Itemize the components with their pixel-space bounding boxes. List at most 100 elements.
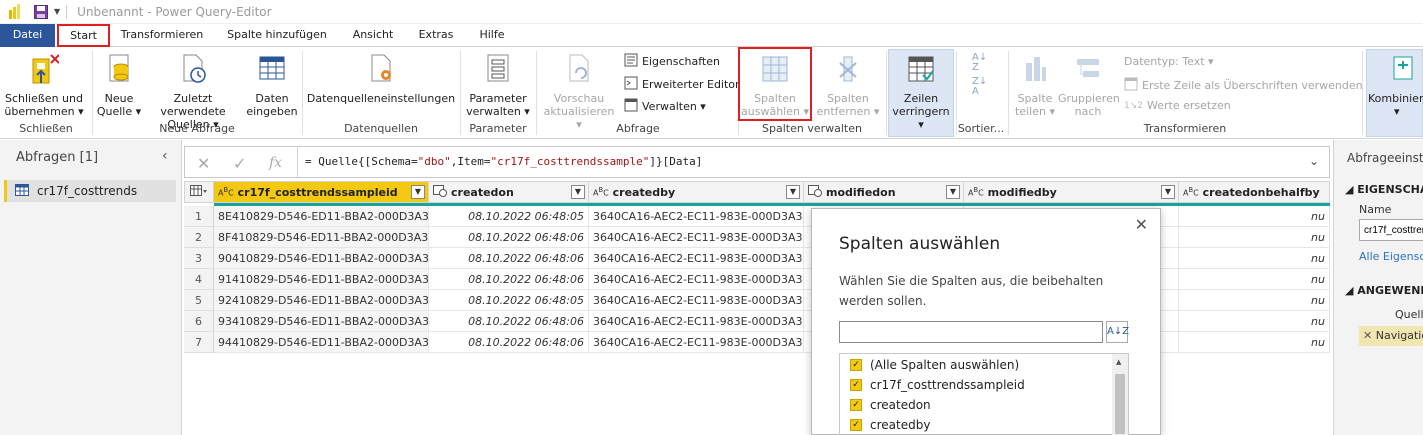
row-number[interactable]: 4 bbox=[184, 269, 214, 290]
checklist-item[interactable]: ✓ cr17f_costtrendssampleid bbox=[850, 376, 1025, 394]
table-cell[interactable]: 3640CA16-AEC2-EC11-983E-000D3A37E... bbox=[589, 248, 804, 269]
table-cell[interactable]: nu bbox=[1179, 227, 1330, 248]
table-cell[interactable]: 08.10.2022 06:48:06 bbox=[429, 332, 589, 353]
row-number[interactable]: 7 bbox=[184, 332, 214, 353]
column-filter-icon[interactable]: ▼ bbox=[946, 185, 960, 199]
table-cell[interactable]: 3640CA16-AEC2-EC11-983E-000D3A37E... bbox=[589, 311, 804, 332]
save-icon[interactable] bbox=[34, 4, 48, 19]
checklist-item[interactable]: ✓ (Alle Spalten auswählen) bbox=[850, 356, 1019, 374]
checkbox-checked[interactable]: ✓ bbox=[850, 419, 862, 431]
new-source-button[interactable]: Neue Quelle ▾ bbox=[96, 53, 142, 118]
column-header[interactable]: ABC createdby ▼ bbox=[589, 181, 804, 203]
datasource-settings-button[interactable]: Datenquelleneinstellungen bbox=[306, 53, 456, 105]
refresh-preview-button[interactable]: Vorschau aktualisieren ▾ bbox=[540, 53, 618, 131]
table-cell[interactable]: 08.10.2022 06:48:05 bbox=[429, 206, 589, 227]
tab-datei[interactable]: Datei bbox=[0, 24, 55, 47]
fx-icon[interactable]: fx bbox=[269, 155, 282, 171]
table-cell[interactable]: nu bbox=[1179, 332, 1330, 353]
table-cell[interactable]: 08.10.2022 06:48:06 bbox=[429, 311, 589, 332]
group-by-button[interactable]: Gruppieren nach bbox=[1058, 53, 1120, 118]
column-header[interactable]: createdon ▼ bbox=[429, 181, 589, 203]
checklist-item[interactable]: ✓ createdon bbox=[850, 396, 931, 414]
query-name-input[interactable] bbox=[1359, 219, 1423, 241]
choose-columns-button[interactable]: Spalten auswählen ▾ bbox=[741, 53, 809, 118]
table-cell[interactable]: 3640CA16-AEC2-EC11-983E-000D3A37E... bbox=[589, 206, 804, 227]
checkbox-checked[interactable]: ✓ bbox=[850, 359, 862, 371]
table-menu-button[interactable] bbox=[184, 181, 214, 203]
reduce-rows-button[interactable]: Zeilen verringern ▾ bbox=[888, 53, 954, 131]
column-filter-icon[interactable]: ▼ bbox=[786, 185, 800, 199]
checkbox-checked[interactable]: ✓ bbox=[850, 399, 862, 411]
column-search-input[interactable] bbox=[839, 321, 1103, 343]
row-number[interactable]: 1 bbox=[184, 206, 214, 227]
remove-columns-button[interactable]: Spalten entfernen ▾ bbox=[814, 53, 882, 118]
formula-input[interactable]: = Quelle{[Schema="dbo",Item="cr17f_costt… bbox=[305, 155, 702, 168]
sort-az-button[interactable]: A↓Z bbox=[1106, 321, 1129, 343]
table-cell[interactable]: 3640CA16-AEC2-EC11-983E-000D3A37E... bbox=[589, 227, 804, 248]
table-cell[interactable]: 08.10.2022 06:48:05 bbox=[429, 290, 589, 311]
properties-button[interactable]: Eigenschaften bbox=[624, 53, 720, 70]
tab-hilfe[interactable]: Hilfe bbox=[470, 24, 514, 47]
row-number[interactable]: 3 bbox=[184, 248, 214, 269]
recent-sources-button[interactable]: Zuletzt verwendete Quellen ▾ bbox=[142, 53, 244, 131]
checkbox-checked[interactable]: ✓ bbox=[850, 379, 862, 391]
quick-access-dropdown-icon[interactable]: ▼ bbox=[54, 7, 60, 16]
column-header[interactable]: ABC createdonbehalfby bbox=[1179, 181, 1330, 203]
manage-button[interactable]: Verwalten ▾ bbox=[624, 98, 706, 115]
table-cell[interactable]: 3640CA16-AEC2-EC11-983E-000D3A37E... bbox=[589, 290, 804, 311]
applied-step[interactable]: Quelle bbox=[1395, 305, 1423, 325]
table-cell[interactable]: 08.10.2022 06:48:06 bbox=[429, 227, 589, 248]
table-cell[interactable]: 3640CA16-AEC2-EC11-983E-000D3A37E... bbox=[589, 269, 804, 290]
column-header[interactable]: ABC modifiedby ▼ bbox=[964, 181, 1179, 203]
table-cell[interactable]: 93410829-D546-ED11-BBA2-000D3A330... bbox=[214, 311, 429, 332]
row-number[interactable]: 5 bbox=[184, 290, 214, 311]
column-header[interactable]: modifiedon ▼ bbox=[804, 181, 964, 203]
tab-start[interactable]: Start bbox=[57, 24, 110, 47]
table-cell[interactable]: 8E410829-D546-ED11-BBA2-000D3A330... bbox=[214, 206, 429, 227]
replace-values-button[interactable]: 1↘2 Werte ersetzen bbox=[1124, 99, 1231, 112]
sort-descending-button[interactable]: Z↓ A bbox=[972, 77, 987, 97]
all-properties-link[interactable]: Alle Eigenschaften bbox=[1359, 250, 1423, 263]
tab-spalte-hinzufuegen[interactable]: Spalte hinzufügen bbox=[222, 24, 332, 47]
table-cell[interactable]: 94410829-D546-ED11-BBA2-000D3A330... bbox=[214, 332, 429, 353]
enter-data-button[interactable]: Daten eingeben bbox=[246, 53, 298, 118]
table-cell[interactable]: nu bbox=[1179, 290, 1330, 311]
sort-ascending-button[interactable]: A↓ Z bbox=[972, 53, 987, 73]
cancel-icon[interactable]: ✕ bbox=[197, 154, 210, 173]
table-cell[interactable]: 08.10.2022 06:48:06 bbox=[429, 248, 589, 269]
tab-transformieren[interactable]: Transformieren bbox=[114, 24, 210, 47]
table-cell[interactable]: nu bbox=[1179, 269, 1330, 290]
table-cell[interactable]: 3640CA16-AEC2-EC11-983E-000D3A37E... bbox=[589, 332, 804, 353]
table-cell[interactable]: 08.10.2022 06:48:06 bbox=[429, 269, 589, 290]
checklist-item[interactable]: ✓ createdby bbox=[850, 416, 930, 434]
scrollbar-thumb[interactable] bbox=[1115, 374, 1125, 434]
checklist-scrollbar[interactable]: ▲ bbox=[1112, 354, 1128, 435]
tab-extras[interactable]: Extras bbox=[412, 24, 460, 47]
row-number[interactable]: 6 bbox=[184, 311, 214, 332]
close-apply-button[interactable]: Schließen und übernehmen ▾ bbox=[4, 53, 84, 118]
combine-button[interactable]: Kombinieren ▾ bbox=[1366, 53, 1423, 118]
datatype-dropdown[interactable]: Datentyp: Text ▾ bbox=[1124, 55, 1214, 68]
table-cell[interactable]: nu bbox=[1179, 248, 1330, 269]
column-filter-icon[interactable]: ▼ bbox=[1161, 185, 1175, 199]
table-cell[interactable]: 91410829-D546-ED11-BBA2-000D3A330... bbox=[214, 269, 429, 290]
close-icon[interactable]: ✕ bbox=[1135, 215, 1148, 234]
advanced-editor-button[interactable]: Erweiterter Editor bbox=[624, 76, 740, 93]
scroll-up-icon[interactable]: ▲ bbox=[1116, 358, 1121, 366]
column-filter-icon[interactable]: ▼ bbox=[411, 185, 425, 199]
column-header[interactable]: ABC cr17f_costtrendssampleid ▼ bbox=[214, 181, 429, 203]
table-cell[interactable]: 90410829-D546-ED11-BBA2-000D3A330... bbox=[214, 248, 429, 269]
applied-step-selected[interactable]: ✕ Navigation bbox=[1359, 326, 1423, 346]
table-cell[interactable]: nu bbox=[1179, 206, 1330, 227]
row-number[interactable]: 2 bbox=[184, 227, 214, 248]
split-column-button[interactable]: Spalte teilen ▾ bbox=[1012, 53, 1058, 118]
table-cell[interactable]: 92410829-D546-ED11-BBA2-000D3A330... bbox=[214, 290, 429, 311]
collapse-pane-icon[interactable]: ‹ bbox=[162, 148, 168, 164]
table-cell[interactable]: nu bbox=[1179, 311, 1330, 332]
first-row-headers-button[interactable]: Erste Zeile als Überschriften verwenden … bbox=[1124, 77, 1372, 94]
confirm-icon[interactable]: ✓ bbox=[233, 154, 246, 173]
query-item[interactable]: cr17f_costtrends bbox=[4, 180, 176, 202]
column-filter-icon[interactable]: ▼ bbox=[571, 185, 585, 199]
delete-step-icon[interactable]: ✕ bbox=[1363, 329, 1372, 342]
expand-formula-icon[interactable]: ⌄ bbox=[1309, 154, 1319, 168]
